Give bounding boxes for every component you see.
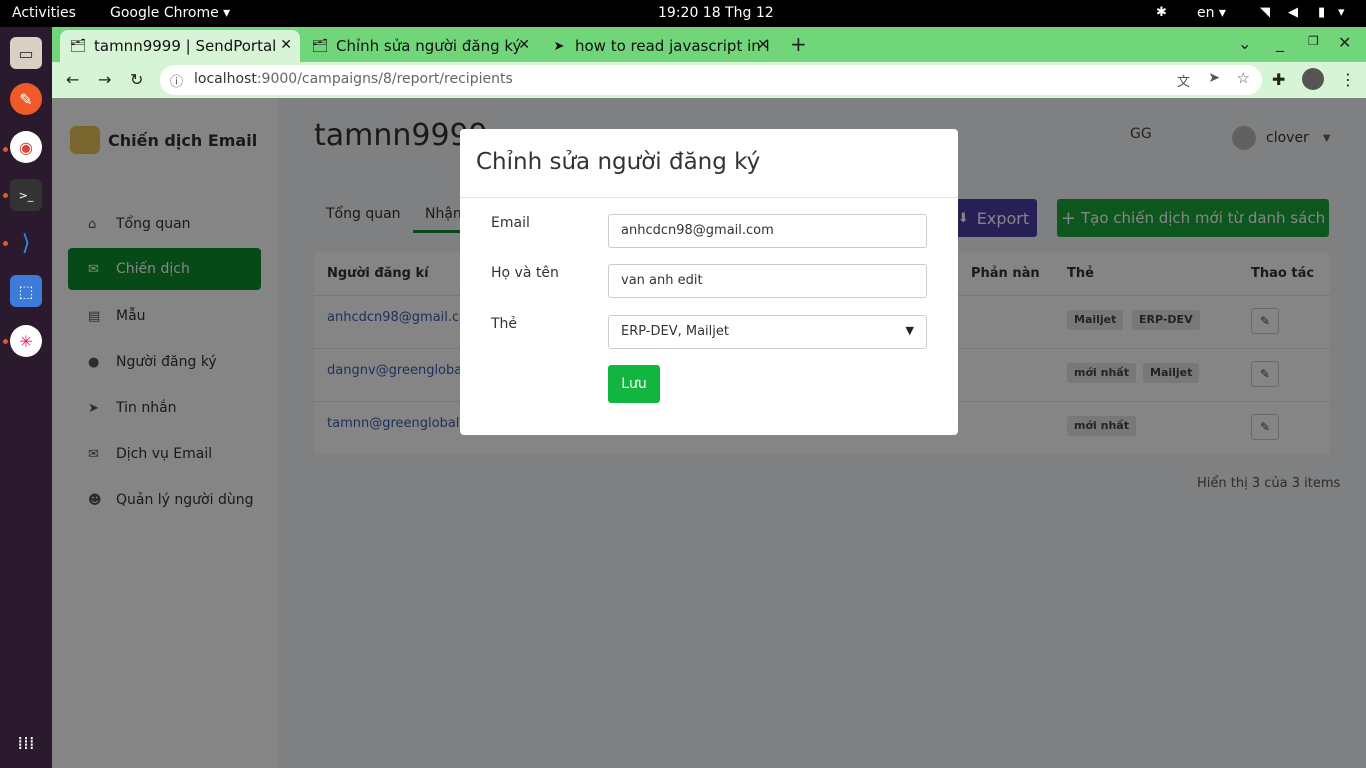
url-host: localhost <box>194 71 257 87</box>
tab-strip: 🗂 tamnn9999 | SendPortal ✕ 🗂 Chỉnh sửa n… <box>52 27 1366 62</box>
url-path: :9000/campaigns/8/report/recipients <box>256 71 513 87</box>
vscode-icon[interactable]: ⟩ <box>10 227 42 259</box>
edit-subscriber-modal: Chỉnh sửa người đăng ký Email anhcdcn98@… <box>460 129 958 435</box>
close-tab-icon[interactable]: ✕ <box>280 37 292 53</box>
sendportal-favicon-icon: 🗂 <box>311 38 329 54</box>
email-field[interactable]: anhcdcn98@gmail.com <box>608 214 927 248</box>
show-apps-icon[interactable]: ⁞⁞⁞ <box>10 727 42 759</box>
files-icon[interactable]: ▭ <box>10 37 42 69</box>
modal-divider <box>460 197 958 198</box>
sendportal-favicon-icon: 🗂 <box>69 38 87 54</box>
name-field[interactable]: van anh edit <box>608 264 927 298</box>
tab-edit-subscriber[interactable]: 🗂 Chỉnh sửa người đăng ký ✕ <box>302 30 538 62</box>
tab-label: how to read javascript in l <box>575 37 770 55</box>
close-window-icon[interactable]: ✕ <box>1338 33 1351 52</box>
name-label: Họ và tên <box>491 265 559 281</box>
chrome-menu-icon[interactable]: ⋮ <box>1340 70 1356 89</box>
postman-icon[interactable]: ✎ <box>10 83 42 115</box>
maximize-icon[interactable]: ❐ <box>1308 34 1319 48</box>
network-icon[interactable]: ✱ <box>1156 5 1167 20</box>
battery-icon[interactable]: ▮ <box>1318 5 1325 20</box>
send-icon[interactable]: ➤ <box>1208 70 1220 86</box>
bookmark-star-icon[interactable]: ☆ <box>1237 69 1250 87</box>
address-bar[interactable]: ⓘ localhost:9000/campaigns/8/report/reci… <box>160 65 1262 95</box>
tab-label: Chỉnh sửa người đăng ký <box>336 37 522 55</box>
tags-label: Thẻ <box>491 316 518 332</box>
telegram-favicon-icon: ➤ <box>553 38 565 54</box>
site-info-icon[interactable]: ⓘ <box>170 71 183 90</box>
tab-sendportal[interactable]: 🗂 tamnn9999 | SendPortal ✕ <box>60 30 300 62</box>
tags-select-value: ERP-DEV, Mailjet <box>621 324 729 339</box>
caret-down-icon: ▼ <box>905 324 914 337</box>
browser-toolbar: ← → ↻ ⓘ localhost:9000/campaigns/8/repor… <box>52 62 1366 98</box>
dock: ▭ ✎ ◉ >_ ⟩ ⬚ ✳ ⁞⁞⁞ <box>0 27 52 768</box>
slack-icon[interactable]: ✳ <box>10 325 42 357</box>
running-indicator <box>3 147 8 152</box>
minimize-icon[interactable]: _ <box>1276 33 1284 52</box>
reload-icon[interactable]: ↻ <box>130 70 143 89</box>
tags-select[interactable]: ERP-DEV, Mailjet ▼ <box>608 315 927 349</box>
close-tab-icon[interactable]: ✕ <box>518 37 530 53</box>
running-indicator <box>3 339 8 344</box>
running-indicator <box>3 241 8 246</box>
terminal-icon[interactable]: >_ <box>10 179 42 211</box>
email-label: Email <box>491 215 530 231</box>
close-tab-icon[interactable]: ✕ <box>757 37 769 53</box>
os-top-bar: Activities Google Chrome ▾ 19:20 18 Thg … <box>0 0 1366 27</box>
profile-avatar[interactable] <box>1302 68 1324 90</box>
save-button[interactable]: Lưu <box>608 365 660 403</box>
volume-icon[interactable]: ◀ <box>1288 5 1298 20</box>
translate-icon[interactable]: 文 <box>1177 71 1190 90</box>
tab-javascript[interactable]: ➤ how to read javascript in l ✕ <box>541 30 777 62</box>
running-indicator <box>3 193 8 198</box>
extensions-icon[interactable]: ✚ <box>1272 70 1285 89</box>
language-selector[interactable]: en ▾ <box>1197 5 1226 21</box>
modal-title: Chỉnh sửa người đăng ký <box>476 149 761 175</box>
new-tab-icon[interactable]: + <box>790 32 807 56</box>
chrome-icon[interactable]: ◉ <box>10 131 42 163</box>
forward-icon[interactable]: → <box>98 70 111 89</box>
screenshot-icon[interactable]: ⬚ <box>10 275 42 307</box>
wifi-icon[interactable]: ◥ <box>1260 5 1270 20</box>
tab-search-icon[interactable]: ⌄ <box>1238 34 1251 53</box>
app-menu[interactable]: Google Chrome ▾ <box>110 5 230 21</box>
clock[interactable]: 19:20 18 Thg 12 <box>658 5 774 21</box>
tab-label: tamnn9999 | SendPortal <box>94 37 277 55</box>
system-menu-icon[interactable]: ▾ <box>1338 5 1345 20</box>
back-icon[interactable]: ← <box>66 70 79 89</box>
activities-button[interactable]: Activities <box>12 5 76 21</box>
